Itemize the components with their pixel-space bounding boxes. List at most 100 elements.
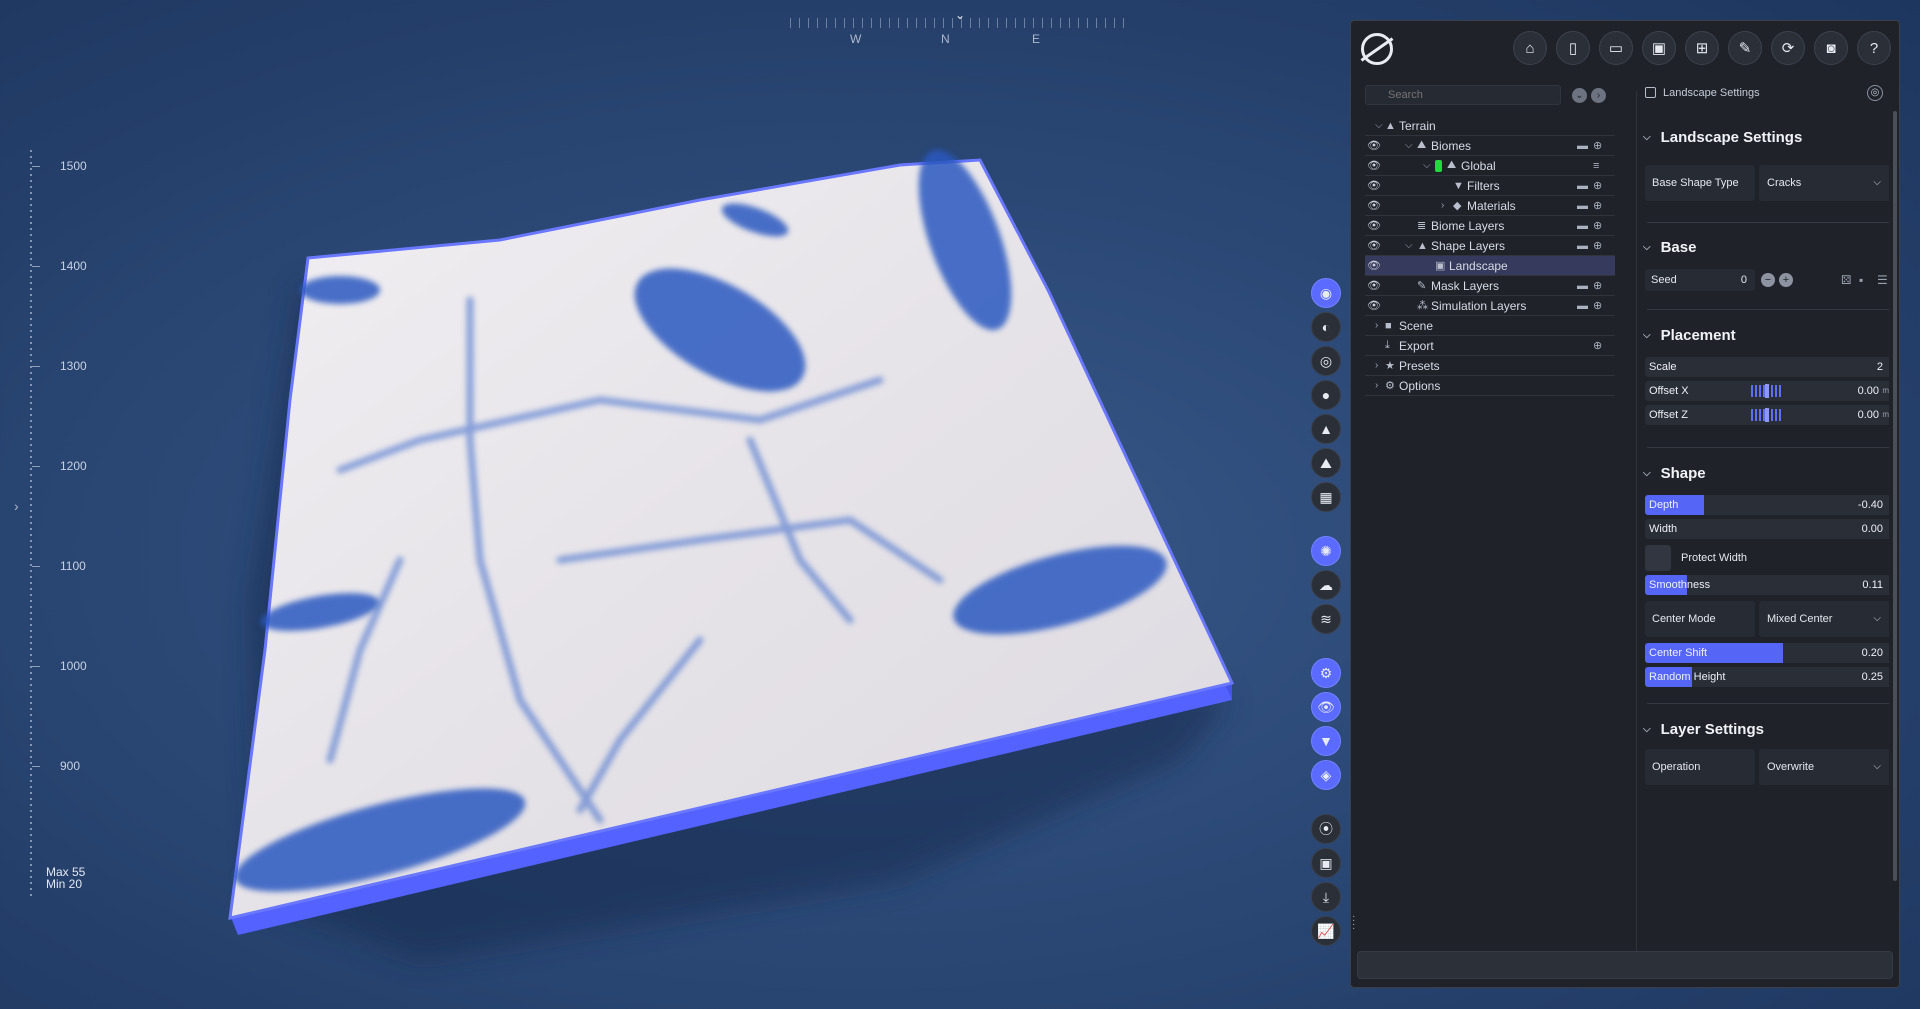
tree-item-scene[interactable]: › ■ Scene <box>1365 316 1615 336</box>
chevron-down-icon[interactable]: ⌵ <box>1405 240 1413 251</box>
search-input[interactable] <box>1365 85 1561 105</box>
seed-decrement-icon[interactable]: − <box>1761 273 1775 287</box>
width-slider[interactable]: Width 0.00 <box>1645 519 1889 539</box>
visibility-eye-icon[interactable]: 👁 <box>1367 199 1381 212</box>
folder-icon[interactable]: ▬ <box>1577 240 1588 252</box>
tree-item-export[interactable]: ⤓ Export ⊕ <box>1365 336 1615 356</box>
section-base[interactable]: ⌵ Base <box>1643 239 1696 256</box>
panel-splitter[interactable] <box>1623 91 1637 961</box>
mountain-icon[interactable]: ▲ <box>1311 414 1341 444</box>
operation-field[interactable]: Operation Overwrite ⌵ <box>1645 749 1889 785</box>
save-seed-icon[interactable]: ▪ <box>1859 273 1863 287</box>
tree-item-filters[interactable]: 👁 ▼ Filters ▬ ⊕ <box>1365 176 1615 196</box>
section-placement[interactable]: ⌵ Placement <box>1643 327 1736 344</box>
section-shape[interactable]: ⌵ Shape <box>1643 465 1706 482</box>
smoothness-slider[interactable]: Smoothness 0.11 <box>1645 575 1889 595</box>
folder-icon[interactable]: ▬ <box>1577 300 1588 312</box>
tree-item-biomes[interactable]: 👁 ⌵ ⛰ Biomes ▬ ⊕ <box>1365 136 1615 156</box>
tree-item-biome-layers[interactable]: 👁 ≣ Biome Layers ▬ ⊕ <box>1365 216 1615 236</box>
collapse-all-icon[interactable]: ⌄ <box>1572 88 1587 103</box>
edit-icon[interactable]: ✎ <box>1728 31 1762 65</box>
add-layer-icon[interactable]: ⊕ <box>1593 199 1602 212</box>
section-landscape-settings[interactable]: ⌵ Landscape Settings <box>1643 129 1802 146</box>
base-shape-type-select[interactable]: Cracks ⌵ <box>1759 165 1889 201</box>
settings-options-icon[interactable]: ◎ <box>1867 85 1883 101</box>
tree-item-global[interactable]: 👁 ⌵ ⛰ Global ≡ <box>1365 156 1615 176</box>
settings-gears-icon[interactable]: ⚙ <box>1311 658 1341 688</box>
panel-resize-handle[interactable]: · · · · <box>1352 912 1355 934</box>
offset-x-field[interactable]: Offset X 0.00 m <box>1645 381 1889 401</box>
record-icon[interactable]: ⦿ <box>1311 814 1341 844</box>
center-mode-field[interactable]: Center Mode Mixed Center ⌵ <box>1645 601 1889 637</box>
chevron-right-icon[interactable]: › <box>1375 320 1378 331</box>
add-layer-icon[interactable]: ⊕ <box>1593 279 1602 292</box>
chart-icon[interactable]: 📈 <box>1311 916 1341 946</box>
tree-item-presets[interactable]: › ★ Presets <box>1365 356 1615 376</box>
operation-select[interactable]: Overwrite ⌵ <box>1759 749 1889 785</box>
protect-width-checkbox[interactable]: Protect Width <box>1645 543 1889 573</box>
tree-item-mask-layers[interactable]: 👁 ✎ Mask Layers ▬ ⊕ <box>1365 276 1615 296</box>
globe-icon[interactable]: ◐ <box>1311 312 1341 342</box>
save-icon[interactable]: ▣ <box>1642 31 1676 65</box>
add-layer-icon[interactable]: ⊕ <box>1593 219 1602 232</box>
center-mode-select[interactable]: Mixed Center ⌵ <box>1759 601 1889 637</box>
seed-increment-icon[interactable]: + <box>1779 273 1793 287</box>
random-height-slider[interactable]: Random Height 0.25 <box>1645 667 1889 687</box>
tree-item-materials[interactable]: 👁 › ◆ Materials ▬ ⊕ <box>1365 196 1615 216</box>
terrain-viewport[interactable]: ⌄ W N E 1500 1400 1300 1200 1100 1000 90… <box>0 0 1350 1009</box>
visibility-eye-icon[interactable]: 👁 <box>1367 179 1381 192</box>
target-icon[interactable]: ◎ <box>1311 346 1341 376</box>
section-layer-settings[interactable]: ⌵ Layer Settings <box>1643 721 1764 738</box>
compass[interactable]: ⌄ W N E <box>790 6 1130 46</box>
image-icon[interactable]: ▣ <box>1311 848 1341 878</box>
offset-z-drag-handle[interactable] <box>1751 408 1783 422</box>
offset-x-drag-handle[interactable] <box>1751 384 1783 398</box>
landscape-icon[interactable]: ⛰ <box>1311 448 1341 478</box>
add-layer-icon[interactable]: ⊕ <box>1593 179 1602 192</box>
tree-item-terrain[interactable]: ⌵ ▲ Terrain <box>1365 116 1615 136</box>
folder-icon[interactable]: ▬ <box>1577 220 1588 232</box>
add-export-icon[interactable]: ⊕ <box>1593 339 1602 352</box>
terrain-view-icon[interactable]: ◉ <box>1311 278 1341 308</box>
save-as-icon[interactable]: ⊞ <box>1685 31 1719 65</box>
scale-field[interactable]: Scale 2 <box>1645 357 1889 377</box>
cloud-icon[interactable]: ☁ <box>1311 570 1341 600</box>
refresh-icon[interactable]: ⟳ <box>1771 31 1805 65</box>
visibility-eye-icon[interactable]: 👁 <box>1367 219 1381 232</box>
tree-item-simulation-layers[interactable]: 👁 ⁂ Simulation Layers ▬ ⊕ <box>1365 296 1615 316</box>
eye-icon[interactable]: 👁 <box>1311 692 1341 722</box>
offset-z-field[interactable]: Offset Z 0.00 m <box>1645 405 1889 425</box>
center-shift-slider[interactable]: Center Shift 0.20 <box>1645 643 1889 663</box>
visibility-eye-icon[interactable]: 👁 <box>1367 159 1381 172</box>
tree-item-options[interactable]: › ⚙ Options <box>1365 376 1615 396</box>
layers-icon[interactable]: ◈ <box>1311 760 1341 790</box>
add-layer-icon[interactable]: ⊕ <box>1593 139 1602 152</box>
seed-input[interactable]: Seed 0 <box>1645 269 1755 291</box>
filter-icon[interactable]: ▼ <box>1311 726 1341 756</box>
chevron-right-icon[interactable]: › <box>1375 380 1378 391</box>
stack-icon[interactable]: ≡ <box>1593 160 1599 172</box>
home-icon[interactable]: ⌂ <box>1513 31 1547 65</box>
sun-icon[interactable]: ✺ <box>1311 536 1341 566</box>
depth-slider[interactable]: Depth -0.40 <box>1645 495 1889 515</box>
open-folder-icon[interactable]: ▭ <box>1599 31 1633 65</box>
add-layer-icon[interactable]: ⊕ <box>1593 239 1602 252</box>
dice-icon[interactable]: ⚄ <box>1841 273 1851 287</box>
folder-icon[interactable]: ▬ <box>1577 280 1588 292</box>
new-file-icon[interactable]: ▯ <box>1556 31 1590 65</box>
biome-color-swatch[interactable] <box>1435 159 1442 172</box>
chevron-down-icon[interactable]: ⌵ <box>1405 140 1413 151</box>
visibility-eye-icon[interactable]: 👁 <box>1367 239 1381 252</box>
tree-item-landscape[interactable]: 👁 ▣ Landscape <box>1365 256 1615 276</box>
fog-icon[interactable]: ≋ <box>1311 604 1341 634</box>
visibility-eye-icon[interactable]: 👁 <box>1367 139 1381 152</box>
expand-left-icon[interactable]: › <box>14 498 19 514</box>
folder-icon[interactable]: ▬ <box>1577 140 1588 152</box>
add-layer-icon[interactable]: ⊕ <box>1593 299 1602 312</box>
chevron-down-icon[interactable]: ⌵ <box>1375 120 1383 131</box>
water-drop-icon[interactable]: ● <box>1311 380 1341 410</box>
visibility-eye-icon[interactable]: 👁 <box>1367 279 1381 292</box>
tree-item-shape-layers[interactable]: 👁 ⌵ ▲ Shape Layers ▬ ⊕ <box>1365 236 1615 256</box>
download-icon[interactable]: ⤓ <box>1311 882 1341 912</box>
visibility-eye-icon[interactable]: 👁 <box>1367 299 1381 312</box>
